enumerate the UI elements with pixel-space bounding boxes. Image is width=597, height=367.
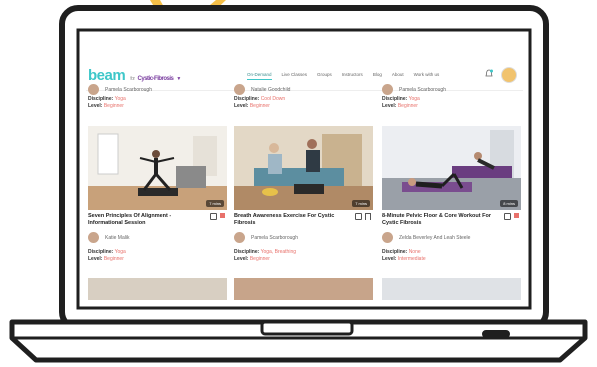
author-name: Pamela Scarborough	[399, 86, 446, 93]
author-avatar	[234, 232, 245, 243]
condition-selector[interactable]: Cystic-Fibrosis	[138, 76, 174, 82]
nav-on-demand[interactable]: On-Demand	[247, 72, 272, 80]
top-card-2[interactable]: Natalie Goodchild Discipline: Cool Down …	[234, 83, 373, 110]
video-card-2[interactable]: Breath Awareness Exercise For Cystic Fib…	[234, 213, 373, 263]
nav-links: On-Demand Live Classes Groups Instructor…	[247, 72, 449, 80]
bell-icon[interactable]	[484, 69, 494, 79]
logo-text: beam	[88, 66, 126, 84]
bookmark-icon[interactable]	[365, 213, 371, 220]
nav-work-with-us[interactable]: Work with us	[414, 72, 440, 80]
nav-about[interactable]: About	[392, 72, 404, 80]
video-thumbnail-partial[interactable]	[88, 278, 227, 300]
card-actions	[355, 213, 371, 220]
pelvic-floor-scene-image	[382, 126, 521, 210]
yoga-scene-image	[88, 126, 227, 210]
card-discipline: Discipline: None	[382, 249, 421, 255]
logo-for-label: for	[130, 75, 135, 82]
bookmark-icon[interactable]	[220, 213, 225, 218]
card-discipline: Discipline: Yoga	[88, 249, 126, 255]
user-avatar[interactable]	[501, 67, 517, 83]
author-avatar	[382, 232, 393, 243]
top-card-1[interactable]: Pamela Scarborough Discipline: Yoga Leve…	[88, 83, 227, 110]
card-level: Level: Beginner	[382, 103, 418, 109]
card-discipline: Discipline: Yoga	[382, 96, 420, 102]
card-title[interactable]: Breath Awareness Exercise For Cystic Fib…	[234, 213, 373, 227]
calendar-icon[interactable]	[355, 213, 362, 220]
card-discipline: Discipline: Yoga, Breathing	[234, 249, 297, 255]
calendar-icon[interactable]	[210, 213, 217, 220]
author-name: Pamela Scarborough	[251, 234, 298, 241]
card-actions	[210, 213, 225, 220]
card-discipline: Discipline: Yoga	[88, 96, 126, 102]
author-name: Natalie Goodchild	[251, 86, 291, 93]
calendar-icon[interactable]	[504, 213, 511, 220]
nav-live-classes[interactable]: Live Classes	[282, 72, 308, 80]
card-author: Zelda Beverley And Leah Steele	[382, 231, 521, 244]
video-card-1[interactable]: Seven Principles Of Alignment - Informat…	[88, 213, 227, 263]
card-discipline: Discipline: Cool Down	[234, 96, 286, 102]
card-author: Pamela Scarborough	[234, 231, 373, 244]
duration-badge: 7 mins	[206, 200, 224, 207]
card-author: Natalie Goodchild	[234, 83, 373, 96]
card-level: Level: Intermediate	[382, 256, 426, 262]
card-author: Pamela Scarborough	[88, 83, 227, 96]
nav-instructors[interactable]: Instructors	[342, 72, 363, 80]
author-avatar	[88, 232, 99, 243]
author-avatar	[234, 84, 245, 95]
video-card-3[interactable]: 8-Minute Pelvic Floor & Core Workout For…	[382, 213, 521, 263]
card-actions	[504, 213, 519, 220]
author-avatar	[382, 84, 393, 95]
card-title[interactable]: 8-Minute Pelvic Floor & Core Workout For…	[382, 213, 521, 227]
card-level: Level: Beginner	[234, 103, 270, 109]
card-level: Level: Beginner	[88, 256, 124, 262]
chevron-down-icon[interactable]: ▼	[176, 76, 181, 82]
bookmark-icon[interactable]	[514, 213, 519, 218]
card-level: Level: Beginner	[234, 256, 270, 262]
card-title[interactable]: Seven Principles Of Alignment - Informat…	[88, 213, 227, 227]
card-level: Level: Beginner	[88, 103, 124, 109]
card-author: Pamela Scarborough	[382, 83, 521, 96]
brand-logo[interactable]: beam for Cystic-Fibrosis ▼	[88, 67, 181, 84]
duration-badge: 7 mins	[352, 200, 370, 207]
author-avatar	[88, 84, 99, 95]
video-thumbnail-partial[interactable]	[234, 278, 373, 300]
video-thumbnail-partial[interactable]	[382, 278, 521, 300]
duration-badge: 8 mins	[500, 200, 518, 207]
nav-blog[interactable]: Blog	[373, 72, 382, 80]
card-author: Katie Malik	[88, 231, 227, 244]
top-card-3[interactable]: Pamela Scarborough Discipline: Yoga Leve…	[382, 83, 521, 110]
breathing-scene-image	[234, 126, 373, 210]
video-thumbnail[interactable]: 7 mins	[234, 126, 373, 210]
video-thumbnail[interactable]: 7 mins	[88, 126, 227, 210]
screen: beam for Cystic-Fibrosis ▼ On-Demand Liv…	[86, 60, 523, 300]
nav-groups[interactable]: Groups	[317, 72, 332, 80]
video-thumbnail[interactable]: 8 mins	[382, 126, 521, 210]
author-name: Zelda Beverley And Leah Steele	[399, 234, 471, 241]
author-name: Pamela Scarborough	[105, 86, 152, 93]
author-name: Katie Malik	[105, 234, 130, 241]
